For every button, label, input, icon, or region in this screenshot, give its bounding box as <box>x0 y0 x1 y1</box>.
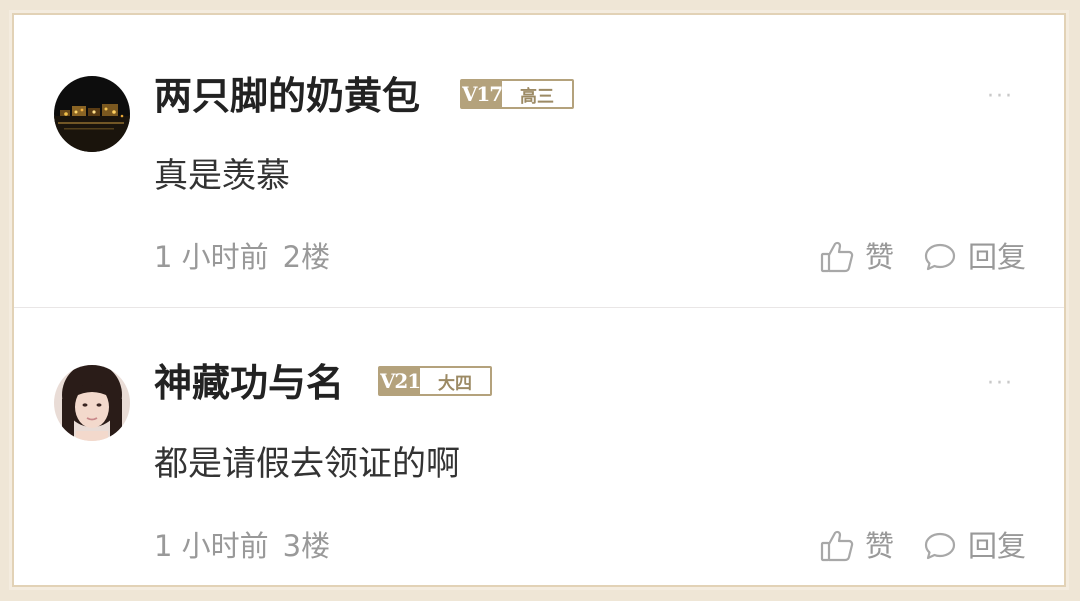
grade-label: 高三 <box>502 81 572 107</box>
floor-number: 2楼 <box>282 240 331 274</box>
reply-button[interactable]: 回复 <box>922 524 1026 568</box>
comment-actions: 赞 回复 <box>819 524 1026 568</box>
username[interactable]: 两只脚的奶黄包 <box>154 71 420 121</box>
level-badge: V17 高三 <box>460 79 574 109</box>
comment-actions: 赞 回复 <box>819 235 1026 279</box>
floor-number: 3楼 <box>282 529 331 563</box>
comment-item: 两只脚的奶黄包 V17 高三 ··· 真是羡慕 1 小时前 2楼 赞 回复 <box>14 15 1064 306</box>
comment-text: 真是羡慕 <box>154 156 290 196</box>
more-options-icon[interactable]: ··· <box>987 373 1014 395</box>
level-badge: V21 大四 <box>378 366 492 396</box>
comment-list: 两只脚的奶黄包 V17 高三 ··· 真是羡慕 1 小时前 2楼 赞 回复 神藏… <box>12 13 1066 587</box>
reply-label: 回复 <box>967 529 1026 563</box>
comment-bubble-icon <box>924 243 956 271</box>
comment-text: 都是请假去领证的啊 <box>154 444 460 484</box>
comment-bubble-icon <box>924 532 956 560</box>
like-button[interactable]: 赞 <box>819 235 894 279</box>
grade-label: 大四 <box>420 368 490 394</box>
thumbs-up-icon <box>820 241 854 273</box>
avatar[interactable] <box>54 365 130 441</box>
timestamp: 1 小时前 <box>154 240 269 274</box>
reply-label: 回复 <box>967 240 1026 274</box>
timestamp: 1 小时前 <box>154 529 269 563</box>
like-button[interactable]: 赞 <box>819 524 894 568</box>
comment-meta: 1 小时前 2楼 <box>154 235 330 279</box>
comment-item: 神藏功与名 V21 大四 ··· 都是请假去领证的啊 1 小时前 3楼 赞 回复 <box>14 308 1064 585</box>
level-label: V21 <box>379 368 421 394</box>
reply-button[interactable]: 回复 <box>922 235 1026 279</box>
avatar[interactable] <box>54 76 130 152</box>
thumbs-up-icon <box>820 530 854 562</box>
more-options-icon[interactable]: ··· <box>987 86 1014 108</box>
username[interactable]: 神藏功与名 <box>154 358 344 408</box>
comment-meta: 1 小时前 3楼 <box>154 524 330 568</box>
level-label: V17 <box>461 81 503 107</box>
like-label: 赞 <box>864 240 894 274</box>
like-label: 赞 <box>864 529 894 563</box>
